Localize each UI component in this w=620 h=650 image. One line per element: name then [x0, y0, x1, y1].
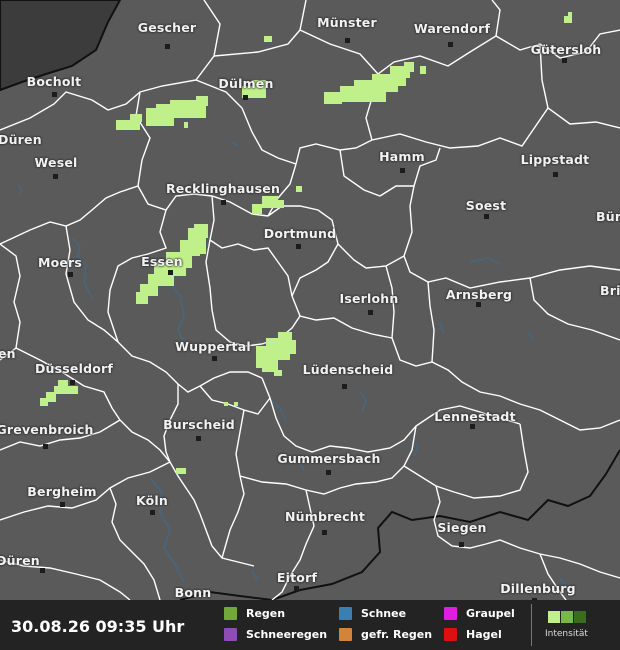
city-dot [345, 38, 350, 43]
city-dot [326, 470, 331, 475]
city-label: Arnsberg [445, 287, 513, 302]
city-label: Wuppertal [175, 339, 251, 354]
city-dot [553, 172, 558, 177]
city-label: Recklinghausen [165, 181, 281, 196]
city-dot [196, 436, 201, 441]
city-label: Bri [600, 283, 620, 298]
city-dot [212, 356, 217, 361]
city-label: Siegen [437, 520, 487, 535]
legend-bar: 30.08.26 09:35 Uhr Regen Schneeregen Sch… [0, 600, 620, 650]
city-label: Eitorf [276, 570, 318, 585]
legend-swatch-sleet [224, 628, 237, 641]
intensity-step-mid [561, 611, 573, 623]
city-label: Essen [141, 254, 183, 269]
city-dot [322, 530, 327, 535]
city-dot [294, 586, 299, 591]
city-dot [562, 58, 567, 63]
legend-label: Schneeregen [246, 628, 328, 641]
city-label: Grevenbroich [0, 422, 94, 437]
city-dot [68, 272, 73, 277]
city-label: Soest [465, 198, 507, 213]
city-label: Gütersloh [530, 42, 602, 57]
intensity-label: Intensität [545, 629, 588, 639]
legend-swatch-rain [224, 607, 237, 620]
city-dot [70, 380, 75, 385]
city-dot [43, 444, 48, 449]
city-label: Bonn [174, 585, 212, 600]
city-label: Wesel [34, 155, 78, 170]
city-dot [448, 42, 453, 47]
intensity-step-high [574, 611, 586, 623]
legend-divider [531, 604, 532, 646]
city-label: Dillenburg [500, 581, 576, 596]
city-dot [243, 95, 248, 100]
city-dot [168, 270, 173, 275]
legend-item-rain: Regen [224, 607, 285, 620]
city-label: Dülmen [218, 76, 274, 91]
city-dot [40, 568, 45, 573]
city-dot [296, 244, 301, 249]
radar-timestamp: 30.08.26 09:35 Uhr [11, 617, 185, 636]
city-label: Dortmund [263, 226, 337, 241]
legend-label: Graupel [466, 607, 515, 620]
legend-label: gefr. Regen [361, 628, 433, 641]
city-label: Gummersbach [277, 451, 381, 466]
legend-label: Hagel [466, 628, 502, 641]
city-dot [470, 424, 475, 429]
city-label: Iserlohn [339, 291, 399, 306]
city-label: Köln [135, 493, 169, 508]
city-dot [368, 310, 373, 315]
city-label: Düren [0, 132, 42, 147]
city-dot [342, 384, 347, 389]
legend-swatch-hail [444, 628, 457, 641]
city-label: Burscheid [163, 417, 235, 432]
city-label: Bocholt [26, 74, 82, 89]
legend-item-hail: Hagel [444, 628, 502, 641]
city-dot [53, 174, 58, 179]
intensity-scale [548, 611, 587, 623]
city-label: Lennestadt [434, 409, 516, 424]
legend-swatch-snow [339, 607, 352, 620]
legend-item-graupel: Graupel [444, 607, 515, 620]
city-label: Düsseldorf [34, 361, 114, 376]
legend-label: Schnee [361, 607, 407, 620]
city-dot [150, 510, 155, 515]
city-label: Bergheim [27, 484, 97, 499]
city-label: Bür [596, 209, 620, 224]
legend-swatch-freezing-rain [339, 628, 352, 641]
city-label: Düren [0, 553, 40, 568]
legend-label: Regen [246, 607, 286, 620]
city-label: Lippstadt [520, 152, 590, 167]
intensity-step-low [548, 611, 560, 623]
city-dot [165, 44, 170, 49]
city-label: Lüdenscheid [302, 362, 394, 377]
legend-item-sleet: Schneeregen [224, 628, 327, 641]
city-dot [459, 542, 464, 547]
city-dot [476, 302, 481, 307]
city-label: en [0, 346, 16, 361]
city-dot [221, 200, 226, 205]
city-dot [52, 92, 57, 97]
city-label: Warendorf [413, 21, 491, 36]
radar-map[interactable]: Gescher Münster Warendorf Gütersloh Boch… [0, 0, 620, 650]
legend-swatch-graupel [444, 607, 457, 620]
city-dot [400, 168, 405, 173]
city-label: Moers [37, 255, 83, 270]
city-label: Münster [317, 15, 377, 30]
city-dot [60, 502, 65, 507]
city-label: Gescher [137, 20, 197, 35]
city-label: Hamm [379, 149, 425, 164]
legend-item-freezing-rain: gefr. Regen [339, 628, 432, 641]
legend-item-snow: Schnee [339, 607, 406, 620]
city-label: Nümbrecht [284, 509, 366, 524]
city-dot [484, 214, 489, 219]
